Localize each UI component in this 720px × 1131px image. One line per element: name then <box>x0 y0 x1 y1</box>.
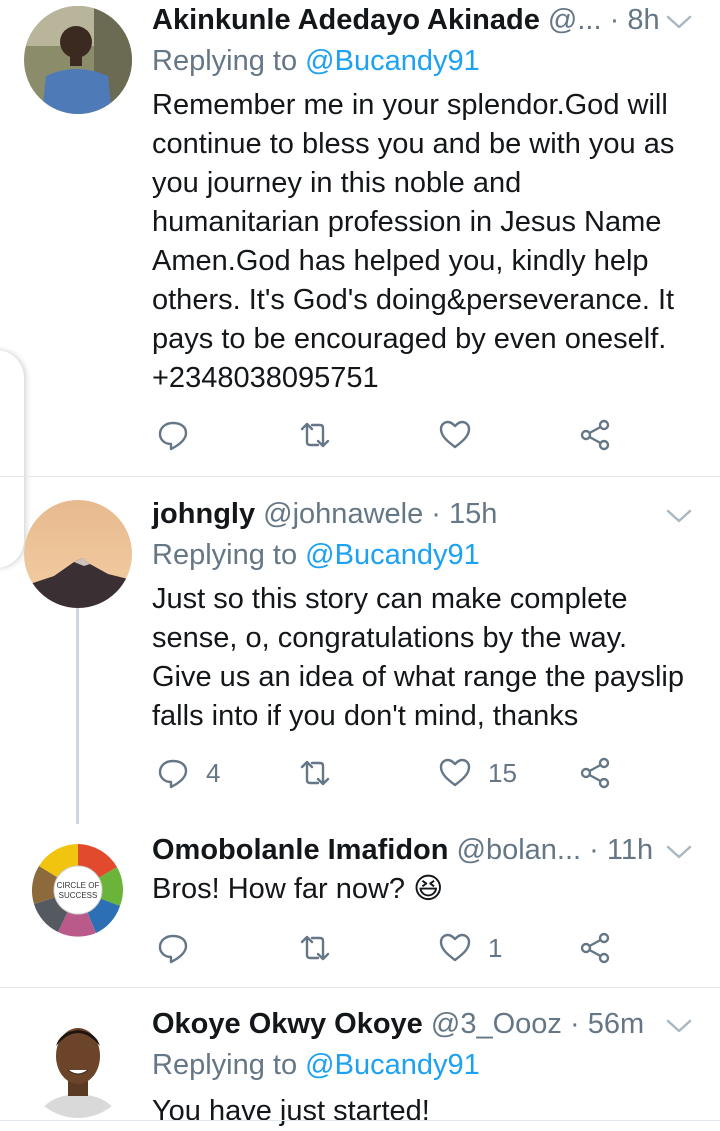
tweet-actions <box>152 415 672 455</box>
timestamp[interactable]: 8h <box>627 4 659 36</box>
tweet[interactable]: CIRCLE OF SUCCESS Omobolanle Imafidon @b… <box>0 830 720 986</box>
display-name[interactable]: Omobolanle Imafidon <box>152 834 448 866</box>
tweet-actions: 1 <box>152 928 672 968</box>
like-icon <box>439 933 471 962</box>
replying-to-label: Replying to <box>152 45 298 77</box>
thread-connector <box>76 606 79 824</box>
timestamp[interactable]: 15h <box>449 498 497 530</box>
avatar[interactable] <box>24 500 132 608</box>
tweet-text-line: pays to be encouraged by even oneself. <box>152 323 667 355</box>
tweet-text-line: Give us an idea of what range the paysli… <box>152 661 684 693</box>
display-name[interactable]: Okoye Okwy Okoye <box>152 1008 423 1040</box>
display-name[interactable]: Akinkunle Adedayo Akinade <box>152 4 540 36</box>
tweet-text-line: continue to bless you and be with you as <box>152 128 675 160</box>
replying-to: Replying to @Bucandy91 <box>152 535 480 575</box>
tweet-text-line: Bros! How far now? 😆 <box>152 873 444 905</box>
user-handle[interactable]: @... <box>548 4 602 36</box>
timestamp[interactable]: 11h <box>607 834 653 866</box>
like-button[interactable]: 15 <box>438 753 517 793</box>
reply-button[interactable] <box>156 928 190 968</box>
tweet-header: Omobolanle Imafidon @bolan... · 11h <box>152 830 700 870</box>
like-count: 1 <box>488 932 503 963</box>
mention-link[interactable]: @Bucandy91 <box>305 1049 480 1081</box>
tweet-text-line: falls into if you don't mind, thanks <box>152 700 579 732</box>
user-handle[interactable]: @bolan... <box>457 834 582 866</box>
tweet-text: Remember me in your splendor.God will co… <box>152 86 700 398</box>
avatar[interactable] <box>24 1010 132 1118</box>
like-count: 15 <box>488 757 517 788</box>
separator-dot: · <box>569 1008 580 1040</box>
reply-icon <box>158 421 188 451</box>
avatar-photo <box>24 500 132 608</box>
tweet-text: You have just started! <box>152 1092 700 1131</box>
mention-link[interactable]: @Bucandy91 <box>305 45 480 77</box>
replying-to-label: Replying to <box>152 1049 298 1081</box>
retweet-icon <box>300 935 330 961</box>
tweet-divider <box>0 476 720 477</box>
retweet-icon <box>300 422 330 448</box>
avatar-photo <box>24 1010 132 1118</box>
avatar[interactable] <box>24 6 132 114</box>
share-icon <box>580 757 610 789</box>
share-button[interactable] <box>578 415 612 455</box>
tweet[interactable]: Okoye Okwy Okoye @3_Oooz · 56m Replying … <box>0 1004 720 1131</box>
reply-count: 4 <box>206 757 221 788</box>
retweet-button[interactable] <box>298 415 332 455</box>
separator-dot: · <box>589 834 599 866</box>
mention-link[interactable]: @Bucandy91 <box>305 539 480 571</box>
replying-to-label: Replying to <box>152 539 298 571</box>
bottom-divider <box>0 1120 720 1121</box>
tweet-text-line: sense, o, congratulations by the way. <box>152 622 628 654</box>
avatar-text: CIRCLE OF <box>57 881 100 890</box>
tweet-text-line: +2348038095751 <box>152 362 379 394</box>
timestamp[interactable]: 56m <box>588 1008 644 1040</box>
share-button[interactable] <box>578 753 612 793</box>
tweet[interactable]: Akinkunle Adedayo Akinade @... · 8h Repl… <box>0 0 720 476</box>
like-button[interactable]: 1 <box>438 928 502 968</box>
tweet[interactable]: johngly @johnawele · 15h Replying to @Bu… <box>0 494 720 824</box>
share-icon <box>580 419 610 451</box>
avatar[interactable]: CIRCLE OF SUCCESS <box>24 836 132 944</box>
replying-to: Replying to @Bucandy91 <box>152 1045 480 1085</box>
chevron-down-icon[interactable] <box>666 14 692 30</box>
avatar-text: SUCCESS <box>59 891 98 900</box>
chevron-down-icon[interactable] <box>666 844 692 860</box>
share-button[interactable] <box>578 928 612 968</box>
user-handle[interactable]: @johnawele <box>263 498 423 530</box>
tweet-header: Okoye Okwy Okoye @3_Oooz · 56m <box>152 1004 700 1044</box>
reply-button[interactable]: 4 <box>156 753 220 793</box>
tweet-text-line: Amen.God has helped you, kindly help <box>152 245 649 277</box>
retweet-button[interactable] <box>298 753 332 793</box>
like-button[interactable] <box>438 415 472 455</box>
tweet-divider <box>0 987 720 988</box>
tweet-text: Bros! How far now? 😆 <box>152 870 700 909</box>
tweet-text: Just so this story can make complete sen… <box>152 580 700 736</box>
reply-icon <box>158 759 188 789</box>
tweet-text-line: You have just started! <box>152 1095 430 1127</box>
tweet-header: johngly @johnawele · 15h <box>152 494 700 534</box>
replying-to: Replying to @Bucandy91 <box>152 41 480 81</box>
tweet-text-line: Remember me in your splendor.God will <box>152 89 668 121</box>
reply-button[interactable] <box>156 415 190 455</box>
user-handle[interactable]: @3_Oooz <box>431 1008 562 1040</box>
like-icon <box>439 758 471 787</box>
retweet-button[interactable] <box>298 928 332 968</box>
reply-icon <box>158 934 188 964</box>
tweet-text-line: humanitarian profession in Jesus Name <box>152 206 662 238</box>
chevron-down-icon[interactable] <box>666 1018 692 1034</box>
tweet-text-line: you journey in this noble and <box>152 167 522 199</box>
display-name[interactable]: johngly <box>152 498 255 530</box>
retweet-icon <box>300 760 330 786</box>
tweet-text-line: others. It's God's doing&perseverance. I… <box>152 284 675 316</box>
separator-dot: · <box>431 498 441 530</box>
avatar-photo: CIRCLE OF SUCCESS <box>24 836 132 944</box>
chevron-down-icon[interactable] <box>666 508 692 524</box>
avatar-photo <box>24 6 132 114</box>
separator-dot: · <box>609 4 620 36</box>
tweet-header: Akinkunle Adedayo Akinade @... · 8h <box>152 0 700 40</box>
like-icon <box>439 420 471 449</box>
tweet-actions: 4 15 <box>152 753 672 793</box>
share-icon <box>580 932 610 964</box>
tweet-text-line: Just so this story can make complete <box>152 583 628 615</box>
